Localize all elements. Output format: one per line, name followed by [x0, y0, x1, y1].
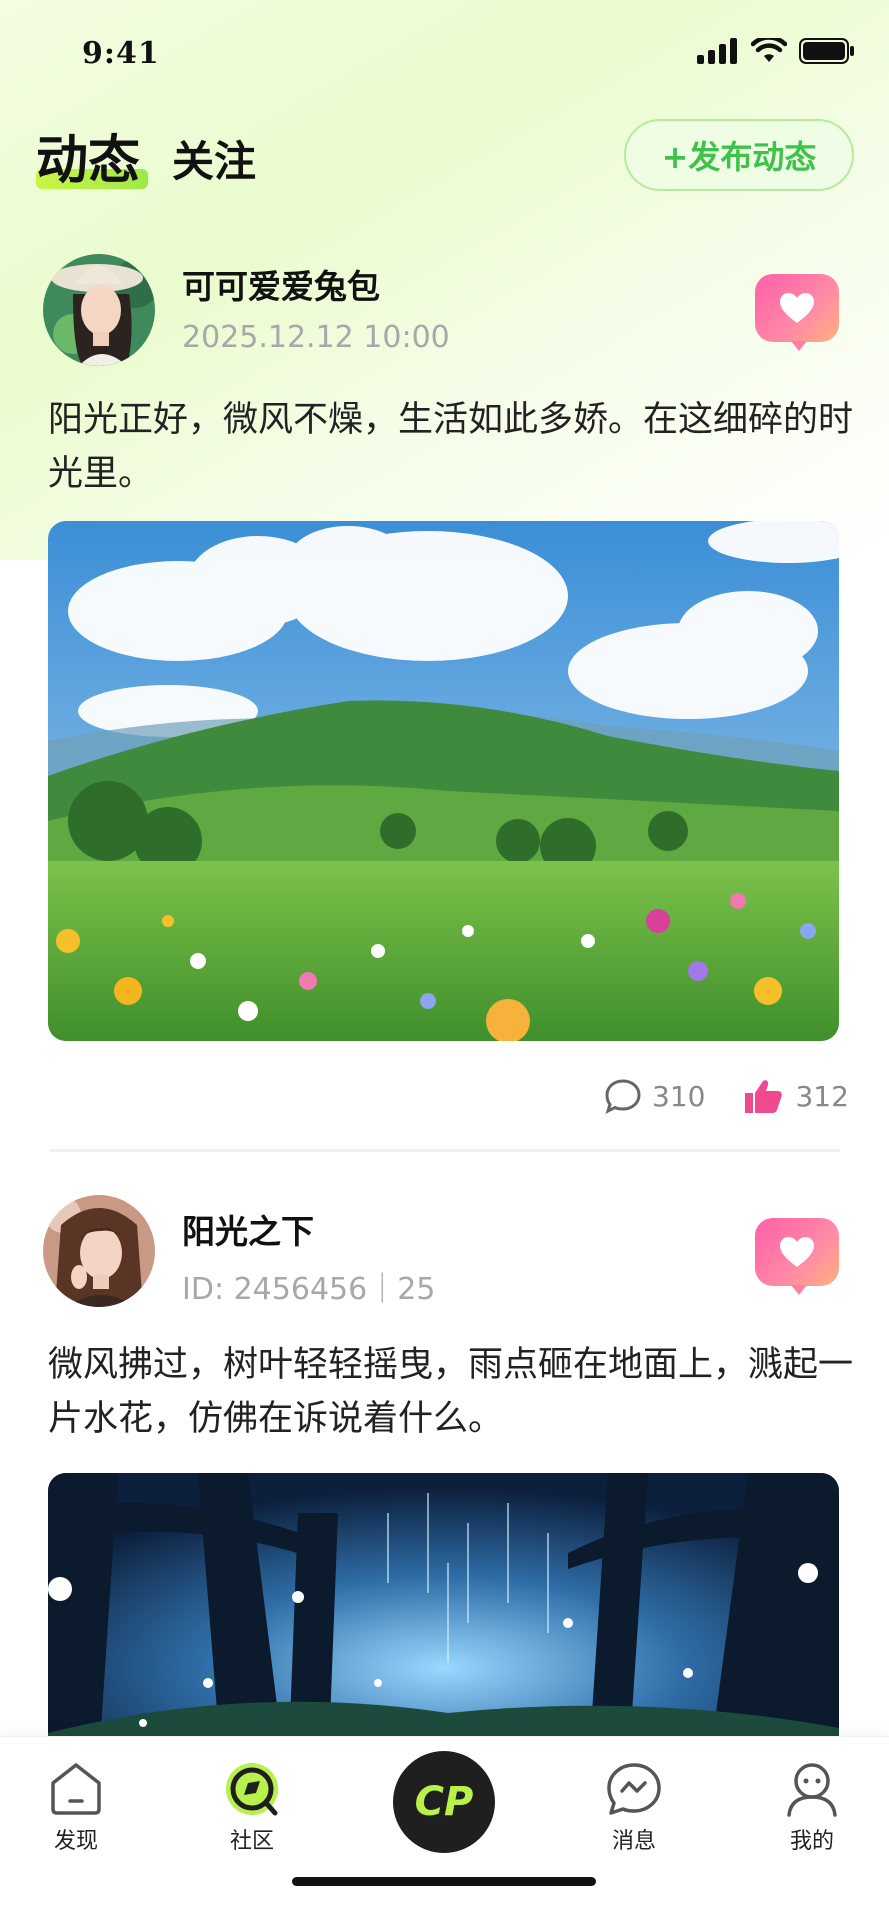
post-timestamp: 2025.12.12 10:00 — [182, 320, 450, 355]
tab-discover[interactable]: 发现 — [16, 1761, 136, 1855]
tab-moments[interactable]: 动态 — [36, 118, 148, 193]
post-text: 阳光正好，微风不燥，生活如此多娇。在这细碎的时光里。 — [48, 400, 854, 494]
tab-community-label: 社区 — [229, 1829, 274, 1854]
cp-icon: CP — [414, 1779, 474, 1825]
home-indicator[interactable] — [292, 1877, 596, 1886]
like-button[interactable]: 312 — [743, 1078, 849, 1114]
post-stats: 310 312 — [604, 1078, 849, 1114]
status-icons — [697, 38, 855, 64]
message-icon — [607, 1763, 661, 1815]
post-image[interactable] — [48, 1473, 839, 1773]
post-divider — [50, 1149, 840, 1152]
post-user-id: ID: 2456456｜25 — [182, 1272, 436, 1307]
like-user-button[interactable] — [755, 274, 839, 351]
tab-community[interactable]: 社区 — [192, 1761, 312, 1855]
tab-moments-label: 动态 — [36, 131, 141, 191]
publish-post-button[interactable]: +发布动态 — [624, 119, 854, 191]
post-text: 微风拂过，树叶轻轻摇曳，雨点砸在地面上，溅起一片水花，仿佛在诉说着什么。 — [48, 1345, 854, 1439]
heart-icon — [780, 1237, 814, 1267]
comment-button[interactable]: 310 — [604, 1078, 705, 1114]
post-username[interactable]: 阳光之下 — [182, 1205, 314, 1253]
profile-icon — [787, 1763, 837, 1817]
bottom-tab-bar: 发现 社区 CP 消息 我的 — [0, 1736, 889, 1920]
night-forest-image — [48, 1473, 839, 1773]
comment-icon — [605, 1079, 641, 1114]
tab-messages[interactable]: 消息 — [574, 1761, 694, 1855]
comment-count: 310 — [652, 1079, 706, 1113]
tab-profile[interactable]: 我的 — [752, 1761, 872, 1855]
like-count: 312 — [795, 1079, 849, 1113]
post-image[interactable] — [48, 521, 839, 1041]
signal-icon — [697, 38, 737, 64]
avatar[interactable] — [43, 1195, 155, 1307]
tab-discover-label: 发现 — [53, 1829, 98, 1854]
battery-icon — [799, 38, 854, 64]
tab-messages-label: 消息 — [611, 1829, 656, 1854]
home-icon — [51, 1763, 101, 1815]
community-icon — [226, 1763, 278, 1816]
heart-icon — [780, 293, 814, 323]
meadow-landscape-image — [48, 521, 839, 1041]
avatar-image — [43, 1195, 155, 1307]
wifi-icon — [751, 38, 787, 62]
avatar[interactable] — [43, 254, 155, 366]
thumbs-up-icon — [745, 1080, 783, 1113]
like-user-button[interactable] — [755, 1218, 839, 1295]
post-username[interactable]: 可可爱爱兔包 — [182, 260, 380, 308]
cp-center-button[interactable]: CP — [393, 1751, 495, 1853]
avatar-image — [43, 254, 155, 366]
status-time: 9:41 — [82, 36, 160, 71]
tab-profile-label: 我的 — [789, 1829, 834, 1854]
tab-following[interactable]: 关注 — [172, 128, 256, 189]
